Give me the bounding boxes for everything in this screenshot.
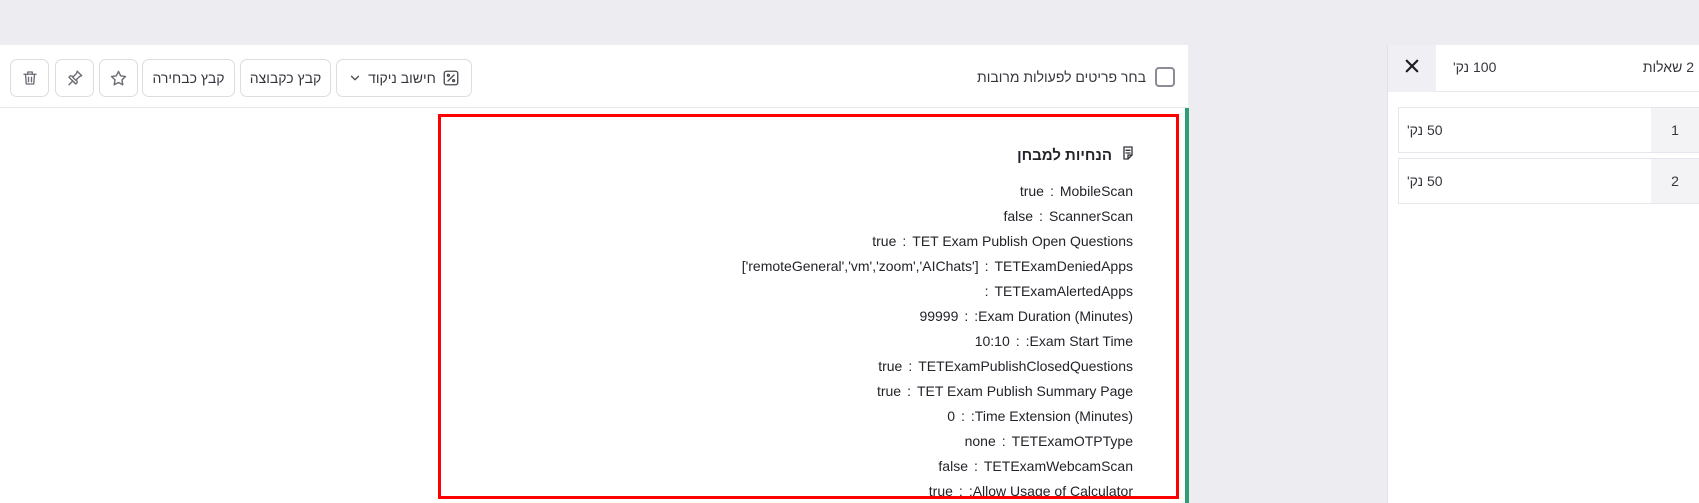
file-as-selection-button[interactable]: קבץ כבחירה	[142, 59, 235, 97]
pin-button[interactable]	[55, 59, 94, 97]
question-points: 50 נק'	[1407, 122, 1443, 138]
select-all-control[interactable]: בחר פריטים לפעולות מרובות	[977, 65, 1175, 89]
exam-instructions-panel: הנחיות למבחן MobileScan:true ScannerScan…	[438, 114, 1179, 499]
instruction-line-publish-summary-page: TET Exam Publish Summary Page:true	[876, 383, 1133, 399]
instruction-line-mobile-scan: MobileScan:true	[1019, 183, 1133, 199]
favorite-button[interactable]	[99, 59, 138, 97]
instruction-line-publish-open-questions: TET Exam Publish Open Questions:true	[872, 233, 1133, 249]
instruction-line-exam-duration: Exam Duration (Minutes)::99999	[919, 308, 1133, 324]
file-as-group-button[interactable]: קבץ כקבוצה	[240, 59, 331, 97]
trash-icon	[21, 69, 39, 87]
instruction-line-denied-apps: TETExamDeniedApps:['remoteGeneral','vm',…	[741, 258, 1133, 274]
instruction-line-otp-type: TETExamOTPType:none	[964, 433, 1133, 449]
toolbar: קבץ כבחירה קבץ כקבוצה חישוב ניקוד בחר פר…	[0, 45, 1188, 108]
select-all-checkbox[interactable]	[1155, 67, 1175, 87]
question-points: 50 נק'	[1407, 173, 1443, 189]
instruction-line-exam-start-time: Exam Start Time::10:10	[974, 333, 1133, 349]
instruction-line-scanner-scan: ScannerScan:false	[1003, 208, 1133, 224]
instructions-list: MobileScan:true ScannerScan:false TET Ex…	[453, 179, 1133, 499]
instruction-line-publish-closed-questions: TETExamPublishClosedQuestions:true	[878, 358, 1133, 374]
question-item-2[interactable]: 2 50 נק'	[1398, 158, 1699, 204]
scoring-dropdown[interactable]: חישוב ניקוד	[336, 59, 472, 97]
question-number: 2	[1651, 159, 1699, 203]
pin-icon	[66, 69, 84, 87]
active-indicator-bar	[1185, 108, 1189, 503]
question-list: 1 50 נק' 2 50 נק'	[1398, 107, 1699, 209]
instruction-line-webcam-scan: TETExamWebcamScan:false	[938, 458, 1133, 474]
instruction-line-alerted-apps: TETExamAlertedApps:	[984, 283, 1133, 299]
instruction-line-calculator: Allow Usage of Calculator::true	[928, 483, 1133, 499]
close-sidebar-button[interactable]	[1388, 45, 1436, 92]
total-points: 100 נק'	[1453, 59, 1497, 75]
chevron-down-icon	[348, 71, 362, 85]
instruction-line-time-extension: Time Extension (Minutes)::0	[947, 408, 1133, 424]
file-as-group-label: קבץ כקבוצה	[249, 70, 322, 86]
question-item-1[interactable]: 1 50 נק'	[1398, 107, 1699, 153]
delete-button[interactable]	[10, 59, 49, 97]
question-number: 1	[1651, 108, 1699, 152]
main-panel: קבץ כבחירה קבץ כקבוצה חישוב ניקוד בחר פר…	[0, 45, 1189, 503]
instructions-icon	[1120, 145, 1136, 165]
star-icon	[109, 69, 128, 88]
scoring-label: חישוב ניקוד	[368, 70, 436, 86]
percent-calc-icon	[442, 69, 460, 87]
select-all-label: בחר פריטים לפעולות מרובות	[977, 69, 1146, 85]
sidebar-header: 100 נק' 2 שאלות	[1388, 45, 1699, 92]
questions-sidebar: 100 נק' 2 שאלות 1 50 נק' 2 50 נק'	[1387, 45, 1699, 503]
instructions-title-text: הנחיות למבחן	[1017, 146, 1112, 164]
question-count: 2 שאלות	[1642, 59, 1694, 75]
file-as-selection-label: קבץ כבחירה	[152, 70, 225, 86]
close-icon	[1403, 57, 1421, 80]
instructions-title: הנחיות למבחן	[1017, 144, 1136, 166]
